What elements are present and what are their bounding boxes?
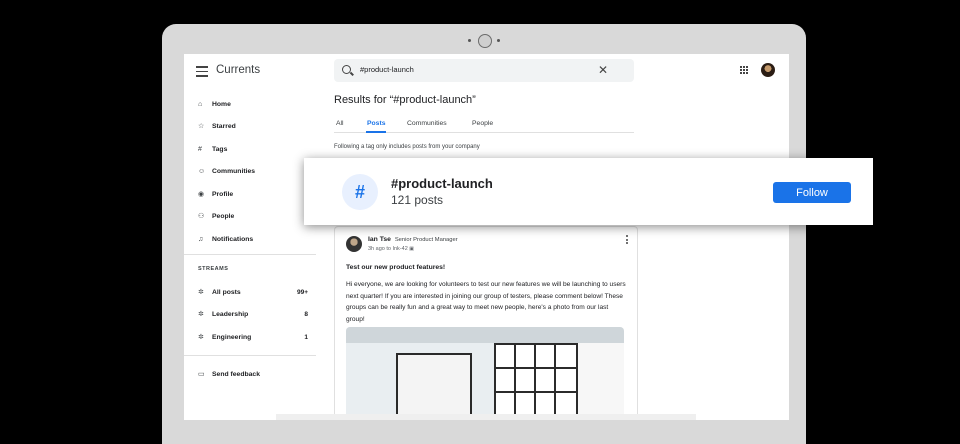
sidebar-item-label: Notifications [212,235,254,243]
sensor-dot [468,39,471,42]
community-icon: ▣ [409,246,415,252]
active-tab-indicator [366,131,386,133]
stream-count: 1 [304,333,308,341]
post-author[interactable]: Ian Tse Senior Product Manager [368,236,458,243]
follow-button[interactable]: Follow [773,182,851,203]
search-input[interactable]: #product-launch [360,65,414,74]
author-role: Senior Product Manager [394,237,458,243]
follow-notice: Following a tag only includes posts from… [334,144,480,150]
communities-icon: ☺ [198,167,206,175]
tag-follow-card: # #product-launch 121 posts Follow [304,158,873,225]
sidebar-item-profile[interactable]: ◉ Profile [198,187,308,201]
sidebar-item-tags[interactable]: # Tags [198,142,308,156]
feedback-label: Send feedback [212,370,260,378]
sidebar-divider [184,355,316,356]
close-icon[interactable]: ✕ [598,63,608,77]
stream-icon: ✲ [198,334,204,341]
photo-window [494,343,578,417]
search-bar[interactable]: #product-launch ✕ [334,59,634,82]
sidebar-item-label: Tags [212,145,228,153]
hashtag-icon: # [342,174,378,210]
results-title: Results for “#product-launch” [334,94,476,106]
sidebar-item-label: Communities [212,167,256,175]
star-icon: ☆ [198,123,205,130]
sidebar-divider [184,254,316,255]
stream-count: 99+ [296,288,308,296]
menu-icon[interactable] [196,66,208,77]
stream-label: Leadership [212,310,249,318]
more-options-icon[interactable] [626,235,628,246]
photo-door [396,353,472,417]
tag-name: #product-launch [391,176,493,191]
streams-heading: STREAMS [198,266,229,272]
author-name: Ian Tse [368,236,391,243]
stream-item-leadership[interactable]: ✲ Leadership 8 [198,307,308,321]
stream-item-all-posts[interactable]: ✲ All posts 99+ [198,285,308,299]
feedback-icon: ▭ [198,371,205,378]
app-title: Currents [216,64,261,76]
stream-count: 8 [304,310,308,318]
profile-icon: ◉ [198,191,205,198]
post-card[interactable]: Ian Tse Senior Product Manager 3h ago to… [334,226,638,420]
sidebar-item-notifications[interactable]: ♫ Notifications [198,232,308,246]
stream-icon: ✲ [198,311,204,318]
laptop-base [276,414,696,420]
stream-item-engineering[interactable]: ✲ Engineering 1 [198,330,308,344]
stream-label: All posts [212,288,241,296]
stream-icon: ✲ [198,289,204,296]
post-title: Test our new product features! [346,264,446,271]
post-body: Hi everyone, we are looking for voluntee… [346,281,626,323]
sidebar-item-label: Starred [212,122,236,130]
sidebar-item-label: People [212,212,235,220]
hashtag-icon: # [198,145,202,153]
stream-label: Engineering [212,333,252,341]
author-avatar[interactable] [346,236,362,252]
sidebar-item-label: Home [212,100,231,108]
post-meta-text: 3h ago to Ink-42 [368,246,408,252]
sensor-dot [497,39,500,42]
camera-icon [478,34,492,48]
sidebar-item-people[interactable]: ⚇ People [198,209,308,223]
bell-icon: ♫ [198,235,204,243]
tab-all[interactable]: All [336,120,344,127]
send-feedback-button[interactable]: ▭ Send feedback [198,367,308,381]
sidebar-item-communities[interactable]: ☺ Communities [198,164,308,178]
search-icon [342,65,351,74]
sidebar-item-label: Profile [212,190,234,198]
tab-people[interactable]: People [472,120,493,127]
tab-posts[interactable]: Posts [367,120,386,127]
avatar[interactable] [761,63,775,77]
tag-post-count: 121 posts [391,193,444,207]
sidebar-item-home[interactable]: ⌂ Home [198,97,308,111]
post-photo[interactable] [346,327,624,417]
sidebar-item-starred[interactable]: ☆ Starred [198,119,308,133]
people-icon: ⚇ [198,213,205,220]
home-icon: ⌂ [198,100,203,108]
app-screen: Currents #product-launch ✕ ⌂ Home ☆ Star… [184,54,789,420]
apps-grid-icon[interactable] [740,66,748,74]
photo-ceiling [346,327,624,343]
post-meta: 3h ago to Ink-42 ▣ [368,246,414,252]
tab-communities[interactable]: Communities [407,120,447,127]
